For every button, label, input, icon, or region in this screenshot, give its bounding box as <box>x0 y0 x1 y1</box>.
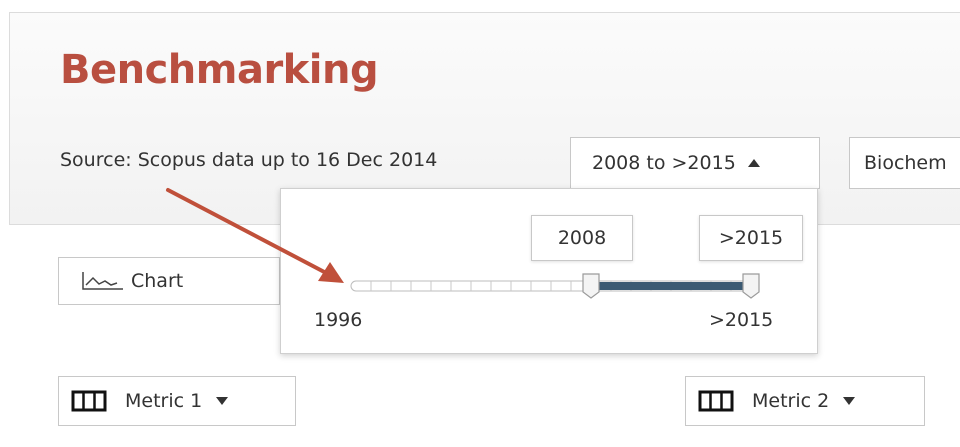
caret-down-icon <box>843 397 856 405</box>
chart-button-label: Chart <box>131 270 184 292</box>
chart-button[interactable]: Chart <box>58 257 280 305</box>
metric-2-dropdown[interactable]: Metric 2 <box>685 376 925 426</box>
source-note: Source: Scopus data up to 16 Dec 2014 <box>60 149 438 171</box>
metric-1-dropdown[interactable]: Metric 1 <box>58 376 296 426</box>
page-title: Benchmarking <box>60 47 379 93</box>
slider-start-handle[interactable] <box>582 273 600 299</box>
metric-2-label: Metric 2 <box>752 390 830 412</box>
year-range-label: 2008 to >2015 <box>592 152 736 174</box>
metric-1-label: Metric 1 <box>125 390 203 412</box>
slider-max-label: >2015 <box>709 309 774 331</box>
year-range-dropdown[interactable]: 2008 to >2015 <box>570 137 820 189</box>
slider-end-handle[interactable] <box>742 273 760 299</box>
line-chart-icon <box>82 272 123 290</box>
caret-down-icon <box>216 397 229 405</box>
columns-icon <box>698 390 734 412</box>
year-range-popover: 2008 >2015 1996 >2015 <box>280 188 818 354</box>
subject-label: Biochem <box>864 152 947 174</box>
subject-dropdown[interactable]: Biochem <box>849 137 960 189</box>
columns-icon <box>71 390 107 412</box>
slider-selected-range <box>591 282 751 290</box>
caret-up-icon <box>747 159 760 167</box>
slider-min-label: 1996 <box>314 309 363 331</box>
